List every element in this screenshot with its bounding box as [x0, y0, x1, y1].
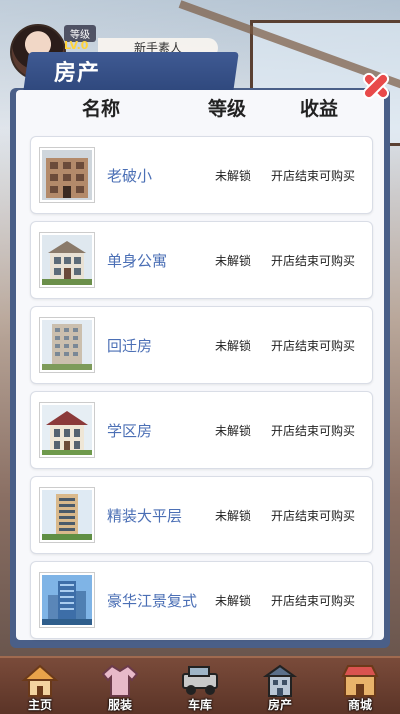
property-income: 开店结束可购买 — [271, 594, 356, 608]
property-row[interactable]: 单身公寓 未解锁 开店结束可购买 — [30, 221, 373, 299]
property-income: 开店结束可购买 — [271, 254, 356, 268]
property-row[interactable]: 回迁房 未解锁 开店结束可购买 — [30, 306, 373, 384]
property-name: 回迁房 — [107, 337, 153, 355]
property-row[interactable]: 豪华江景复式 未解锁 开店结束可购买 — [30, 561, 373, 639]
property-row[interactable]: 学区房 未解锁 开店结束可购买 — [30, 391, 373, 469]
property-level: 未解锁 — [215, 169, 252, 183]
resettlement-building-icon — [39, 317, 95, 373]
panel-title: 房产 — [54, 61, 101, 86]
old-apartment-icon — [39, 147, 95, 203]
garage-car-icon — [182, 666, 218, 695]
property-row[interactable]: 精装大平层 未解锁 开店结束可购买 — [30, 476, 373, 554]
shop-icon — [341, 665, 379, 697]
property-income: 开店结束可购买 — [271, 169, 356, 183]
nav-property[interactable]: 房产 — [240, 658, 320, 714]
property-icon — [262, 664, 298, 697]
property-income: 开店结束可购买 — [271, 339, 356, 353]
property-name: 豪华江景复式 — [107, 592, 198, 610]
property-name: 老破小 — [107, 167, 153, 185]
column-headers: 名称 等级 收益 — [16, 92, 384, 122]
property-level: 未解锁 — [215, 509, 252, 523]
nav-clothing[interactable]: 服装 — [80, 658, 160, 714]
nav-label: 房产 — [267, 698, 292, 712]
property-level: 未解锁 — [215, 339, 252, 353]
property-row[interactable]: 老破小 未解锁 开店结束可购买 — [30, 136, 373, 214]
property-name: 单身公寓 — [107, 252, 168, 270]
clothing-icon — [101, 664, 139, 697]
nav-label: 服装 — [107, 698, 132, 712]
nav-label: 车库 — [187, 698, 212, 712]
single-apartment-icon — [39, 232, 95, 288]
property-level: 未解锁 — [215, 594, 252, 608]
property-level: 未解锁 — [215, 424, 252, 438]
home-icon — [21, 664, 59, 697]
column-name: 名称 — [82, 98, 121, 120]
property-income: 开店结束可购买 — [271, 509, 356, 523]
property-name: 精装大平层 — [107, 507, 183, 525]
property-name: 学区房 — [107, 422, 153, 440]
level-value: LV.0 — [64, 39, 89, 52]
school-district-house-icon — [39, 402, 95, 458]
luxury-flat-icon — [39, 487, 95, 543]
nav-label: 商城 — [347, 698, 372, 712]
property-level: 未解锁 — [215, 254, 252, 268]
column-income: 收益 — [300, 98, 339, 120]
bottom-nav: 主页 服装 车库 房产 商城 — [0, 656, 400, 714]
nav-garage[interactable]: 车库 — [160, 658, 240, 714]
property-income: 开店结束可购买 — [271, 424, 356, 438]
riverview-duplex-icon — [39, 572, 95, 628]
nav-home[interactable]: 主页 — [0, 658, 80, 714]
column-level: 等级 — [208, 98, 247, 120]
nav-label: 主页 — [27, 698, 52, 712]
nav-shop[interactable]: 商城 — [320, 658, 400, 714]
